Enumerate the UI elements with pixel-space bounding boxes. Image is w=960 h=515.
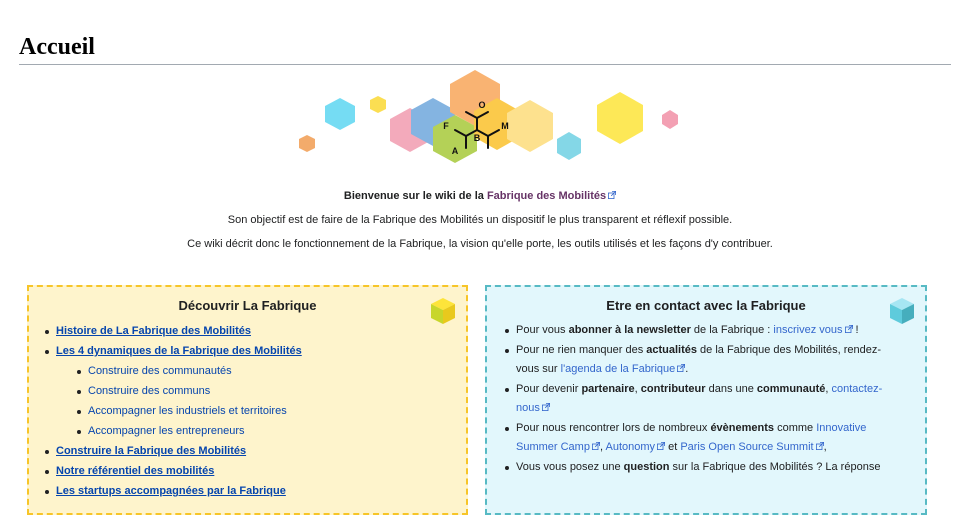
subscribe-link[interactable]: inscrivez vous [773, 324, 842, 336]
history-link[interactable]: Histoire de La Fabrique des Mobilités [56, 325, 251, 337]
welcome-prefix: Bienvenue sur le wiki de la [343, 190, 487, 202]
events-bold: évènements [710, 422, 775, 434]
text: de la Fabrique : [690, 324, 774, 336]
logo-letter: A [452, 146, 459, 156]
logo-hexagon [597, 92, 643, 144]
logo-hexagon [662, 110, 678, 129]
text: Pour devenir [516, 383, 582, 395]
external-link-icon [541, 403, 550, 411]
discover-list: Histoire de La Fabrique des Mobilités Le… [29, 321, 466, 501]
logo-hexagon [557, 132, 581, 160]
list-item: Accompagner les industriels et territoir… [77, 401, 466, 421]
text: et [665, 441, 681, 453]
entrepreneurs-link[interactable]: Accompagner les entrepreneurs [88, 425, 245, 437]
commons-link[interactable]: Construire des communs [88, 385, 210, 397]
page-title: Accueil [19, 32, 951, 66]
teal-cube-icon [890, 298, 914, 324]
text: Pour nous rencontrer lors de nombreux [516, 422, 711, 434]
list-item: Construire la Fabrique des Mobilités [45, 441, 466, 461]
external-link-icon [844, 325, 853, 333]
newsletter-bold: abonner à la newsletter [568, 324, 691, 336]
contact-list: Pour vous abonner à la newsletter de la … [487, 321, 885, 477]
fabrique-link[interactable]: Fabrique des Mobilités [487, 190, 606, 202]
list-item: Notre référentiel des mobilités [45, 461, 466, 481]
text: sur la Fabrique des Mobilités ? La répon… [669, 461, 881, 473]
build-fabrique-link[interactable]: Construire la Fabrique des Mobilités [56, 445, 246, 457]
list-item: Les 4 dynamiques de la Fabrique des Mobi… [45, 341, 466, 441]
list-item: Les startups accompagnées par la Fabriqu… [45, 481, 466, 501]
list-item: Pour ne rien manquer des actualités de l… [505, 341, 885, 379]
logo-hexagon [325, 98, 355, 130]
dynamics-sublist: Construire des communautés Construire de… [56, 361, 466, 441]
list-item: Pour devenir partenaire, contributeur da… [505, 380, 885, 418]
referential-link[interactable]: Notre référentiel des mobilités [56, 465, 214, 477]
external-link-icon [657, 442, 666, 450]
fabrique-logo: O F B M A [299, 70, 678, 163]
text: , [823, 441, 827, 453]
partner-bold: partenaire [581, 383, 635, 395]
news-bold: actualités [646, 344, 697, 356]
list-item: Histoire de La Fabrique des Mobilités [45, 321, 466, 341]
intro-line-2: Son objectif est de faire de la Fabrique… [227, 214, 733, 226]
contact-title: Etre en contact avec la Fabrique [606, 298, 806, 313]
contributor-bold: contributeur [640, 383, 706, 395]
text: dans une [705, 383, 757, 395]
discover-box: Découvrir La Fabrique Histoire de La Fab… [27, 285, 468, 515]
logo-hexagon [370, 96, 386, 113]
logo-hexagon [299, 135, 315, 152]
industrials-link[interactable]: Accompagner les industriels et territoir… [88, 405, 287, 417]
list-item: Accompagner les entrepreneurs [77, 421, 466, 441]
startups-link[interactable]: Les startups accompagnées par la Fabriqu… [56, 485, 286, 497]
text: comme [774, 422, 817, 434]
external-link-icon [608, 191, 617, 199]
text: Pour vous [516, 324, 569, 336]
text: Vous vous posez une [516, 461, 624, 473]
text: Pour ne rien manquer des [516, 344, 647, 356]
open-source-summit-link[interactable]: Paris Open Source Summit [680, 441, 813, 453]
discover-title: Découvrir La Fabrique [178, 298, 317, 313]
autonomy-link[interactable]: Autonomy [605, 441, 655, 453]
question-bold: question [623, 461, 670, 473]
list-item: Construire des communs [77, 381, 466, 401]
list-item: Pour vous abonner à la newsletter de la … [505, 321, 885, 340]
text: . [685, 363, 689, 375]
list-item: Vous vous posez une question sur la Fabr… [505, 458, 885, 477]
intro-line-3: Ce wiki décrit donc le fonctionnement de… [187, 238, 773, 250]
list-item: Pour nous rencontrer lors de nombreux év… [505, 419, 885, 457]
dynamics-link[interactable]: Les 4 dynamiques de la Fabrique des Mobi… [56, 345, 302, 357]
communities-link[interactable]: Construire des communautés [88, 365, 232, 377]
community-bold: communauté [756, 383, 826, 395]
external-link-icon [591, 442, 600, 450]
list-item: Construire des communautés [77, 361, 466, 381]
text: ! [852, 324, 859, 336]
logo-letter: B [474, 133, 481, 143]
external-link-icon [815, 442, 824, 450]
agenda-link[interactable]: l'agenda de la Fabrique [561, 363, 676, 375]
logo-letter: F [443, 121, 449, 131]
contact-box: Etre en contact avec la Fabrique Pour vo… [485, 285, 927, 515]
welcome-line: Bienvenue sur le wiki de la Fabrique des… [0, 190, 960, 202]
logo-letter: M [501, 121, 509, 131]
logo-letter: O [478, 100, 485, 110]
